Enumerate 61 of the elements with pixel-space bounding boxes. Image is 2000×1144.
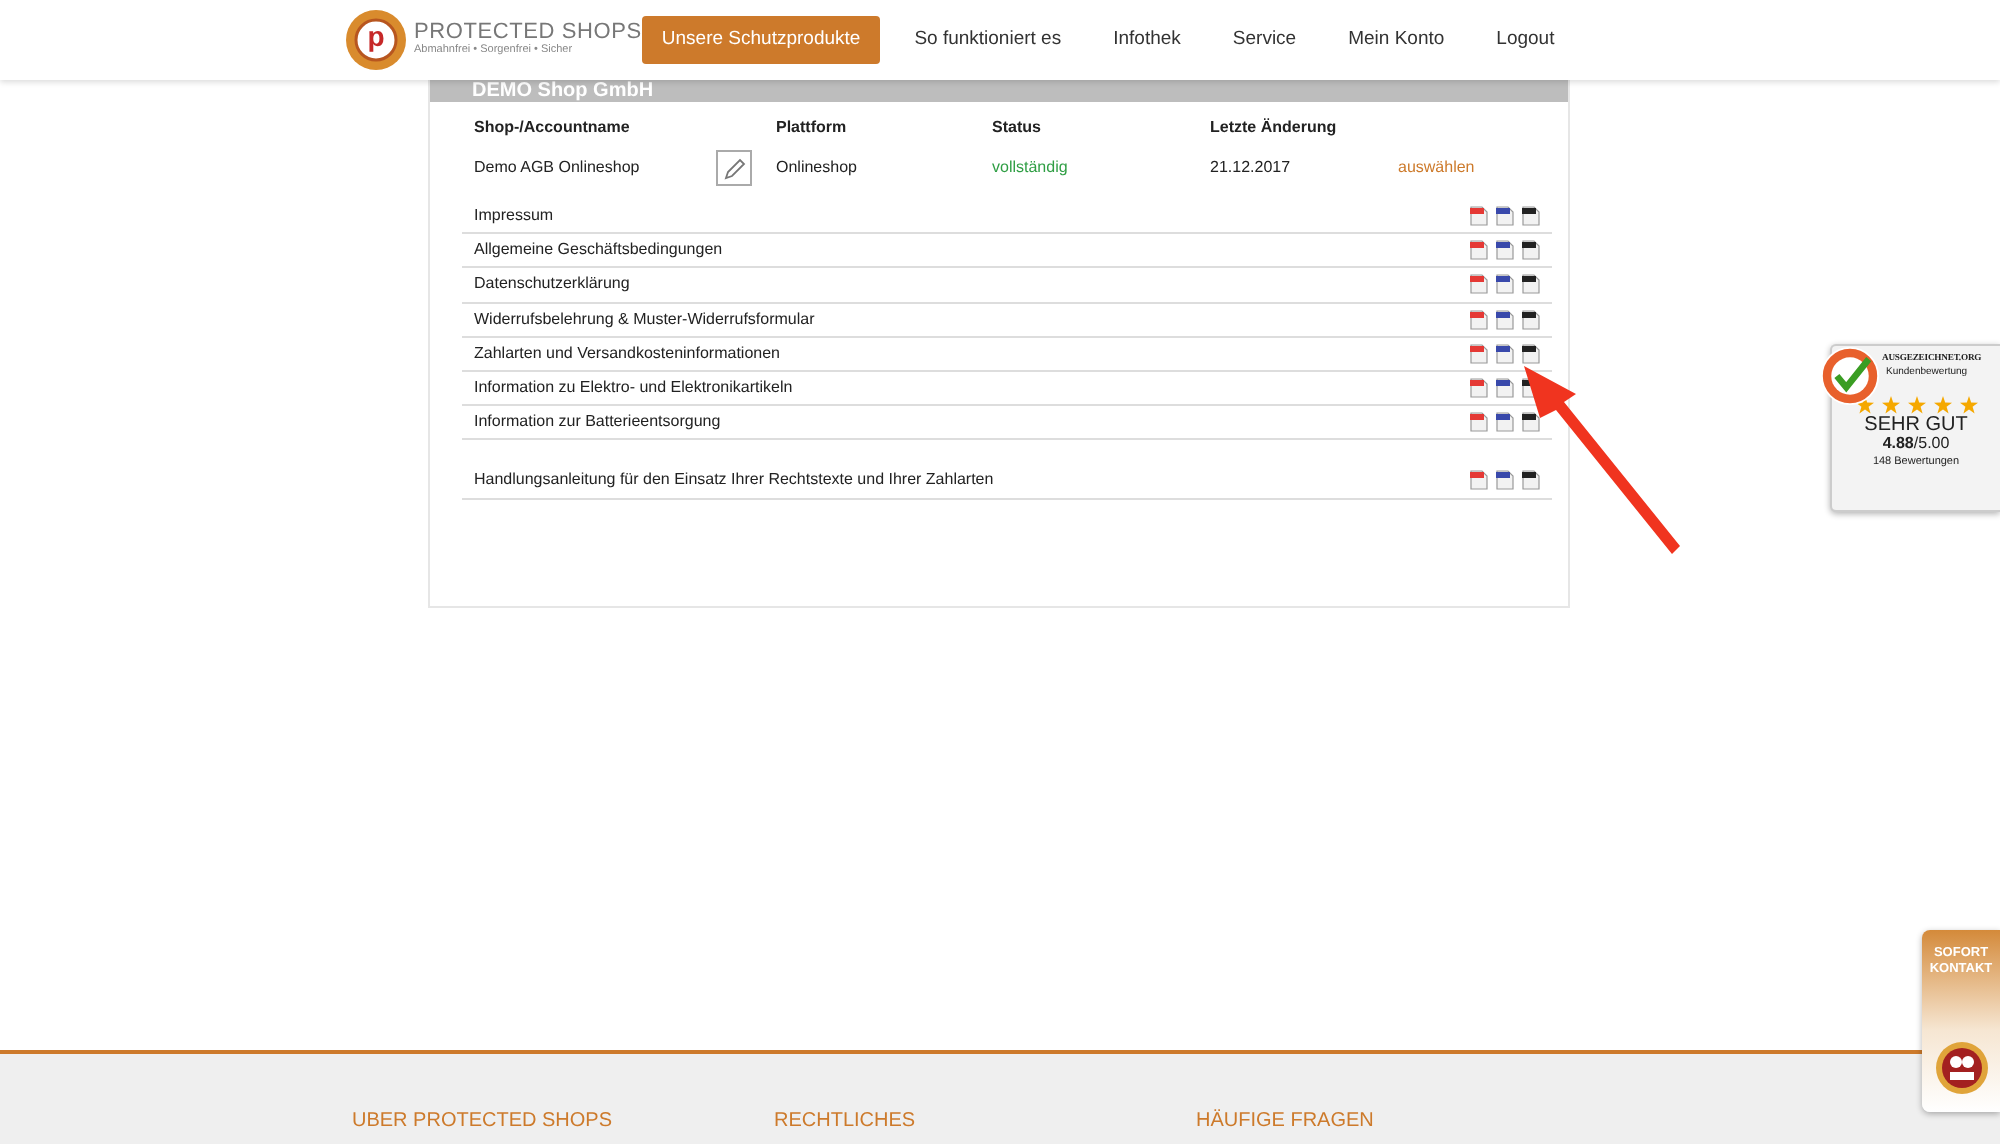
footer-heading: RECHTLICHES [774, 1110, 916, 1132]
footer-heading: HÄUFIGE FRAGEN [1196, 1110, 1374, 1132]
word-file-icon[interactable] [1496, 412, 1514, 433]
column-header: Shop-/Accountname [474, 118, 630, 136]
status-text: vollständig [992, 158, 1068, 176]
word-file-icon[interactable] [1496, 240, 1514, 261]
star-icon [1855, 396, 1873, 415]
chat-icon [1933, 1039, 1989, 1096]
word-file-icon[interactable] [1496, 470, 1514, 491]
text-file-icon[interactable] [1522, 470, 1540, 491]
word-file-icon[interactable] [1496, 309, 1514, 330]
document-title: Datenschutzerklärung [474, 272, 630, 297]
word-file-icon[interactable] [1496, 343, 1514, 364]
footer-heading: UBER PROTECTED SHOPS [352, 1110, 613, 1132]
star-icon [1907, 396, 1925, 415]
table-cell: Onlineshop [776, 158, 857, 176]
text-file-icon[interactable] [1522, 309, 1540, 330]
table-cell: 21.12.2017 [1210, 158, 1291, 176]
star-icon [1881, 396, 1899, 415]
pdf-file-icon[interactable] [1470, 378, 1488, 399]
rating-verdict: SEHR GUT [1862, 414, 1970, 437]
document-title: Information zur Batterieentsorgung [474, 410, 721, 435]
document-title: Handlungsanleitung für den Einsatz Ihrer Rechtstexte und Ihrer Zahlarten [474, 468, 994, 493]
word-file-icon[interactable] [1496, 206, 1514, 227]
column-header: Letzte Änderung [1210, 118, 1337, 136]
shop-title-bar: DEMO Shop GmbH [430, 80, 1568, 102]
text-file-icon[interactable] [1522, 343, 1540, 364]
text-file-icon[interactable] [1522, 274, 1540, 295]
logo-text: PROTECTED SHOPS [414, 22, 642, 45]
word-file-icon[interactable] [1496, 274, 1514, 295]
pdf-file-icon[interactable] [1470, 343, 1488, 364]
pencil-icon [723, 157, 745, 179]
pdf-file-icon[interactable] [1470, 240, 1488, 261]
document-title: Widerrufsbelehrung & Muster-Widerrufsformular [474, 307, 815, 332]
logo-icon: p [346, 10, 406, 70]
column-header: Plattform [776, 118, 847, 136]
nav-link[interactable]: Logout [1478, 15, 1573, 65]
pdf-file-icon[interactable] [1470, 309, 1488, 330]
column-header: Status [992, 118, 1041, 136]
text-file-icon[interactable] [1522, 412, 1540, 433]
table-cell: Demo AGB Onlineshop [474, 158, 640, 176]
pdf-file-icon[interactable] [1470, 470, 1488, 491]
star-icon [1933, 396, 1951, 415]
nav-link[interactable]: Mein Konto [1330, 15, 1463, 65]
document-title: Allgemeine Geschäftsbedingungen [474, 238, 723, 263]
nav-link[interactable]: Service [1214, 15, 1315, 65]
nav-link[interactable]: So funktioniert es [896, 15, 1080, 65]
document-title: Impressum [474, 204, 554, 229]
seal-icon [1820, 346, 1880, 406]
nav-link[interactable]: Infothek [1095, 15, 1199, 65]
rating-score: 4.88/5.00 [1880, 436, 1952, 455]
edit-button[interactable] [716, 150, 752, 186]
document-title: Zahlarten und Versandkosteninformationen [474, 341, 780, 366]
pdf-file-icon[interactable] [1470, 206, 1488, 227]
text-file-icon[interactable] [1522, 206, 1540, 227]
word-file-icon[interactable] [1496, 378, 1514, 399]
pdf-file-icon[interactable] [1470, 412, 1488, 433]
pdf-file-icon[interactable] [1470, 274, 1488, 295]
text-file-icon[interactable] [1522, 240, 1540, 261]
star-icon [1959, 396, 1977, 415]
document-title: Information zu Elektro- und Elektronikartikeln [474, 376, 793, 401]
